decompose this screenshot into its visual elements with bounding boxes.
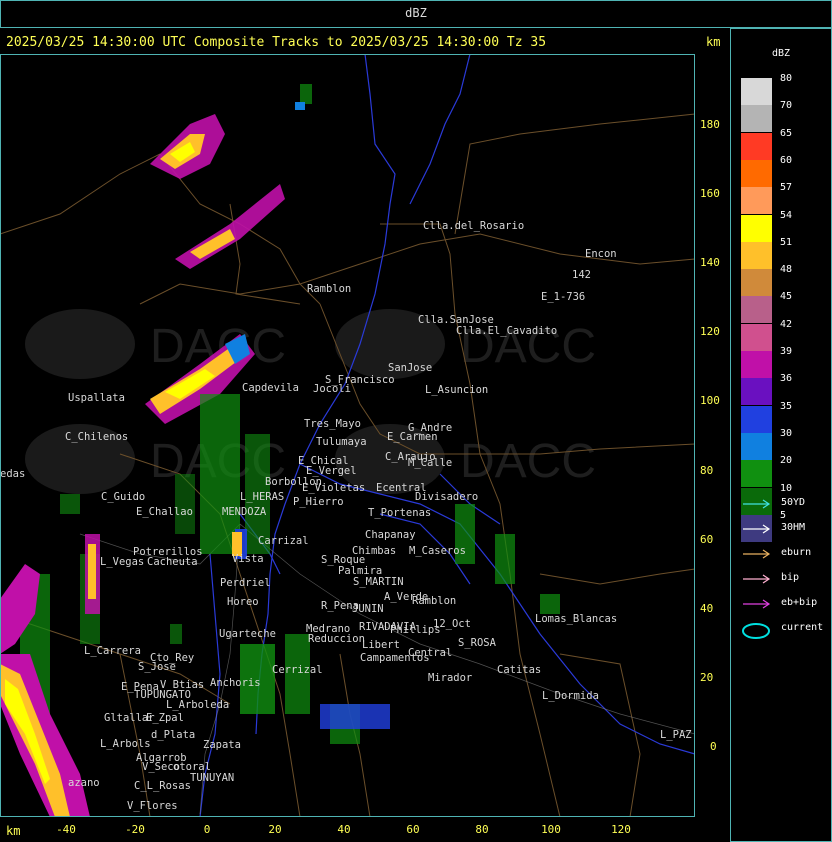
y-tick: 80 [700,464,714,477]
arrow-icon [743,599,771,609]
x-tick: 0 [203,823,211,836]
y-tick: 100 [700,394,720,407]
legend-swatch [741,241,772,269]
window-title: dBZ [405,6,427,20]
legend-swatch [741,323,772,351]
y-tick: 160 [700,187,720,200]
y-tick: 20 [700,671,714,684]
legend-level-label: 35 [780,400,793,412]
legend-level-label: 42 [780,318,793,330]
legend-level-label: 54 [780,209,793,221]
legend-level-label: 80 [780,73,793,84]
legend-swatch [741,78,772,105]
legend-swatch [741,269,772,297]
track-legend-label: eb+bip [781,597,818,608]
x-tick: 60 [406,823,420,836]
x-tick: 120 [611,823,631,836]
legend-swatch [741,296,772,324]
arrow-icon [743,499,771,509]
legend-swatch [741,105,772,133]
y-tick: 40 [700,602,714,615]
track-legend-label: eburn [781,547,812,558]
legend-swatch [741,378,772,406]
ellipse-icon [742,623,770,639]
arrow-icon [743,574,771,584]
track-legend-item: bip [741,572,831,586]
x-tick: -20 [125,823,145,836]
arrow-icon [743,549,771,559]
legend-level-label: 20 [780,455,793,467]
x-tick: 20 [268,823,282,836]
legend-title: dBZ [772,48,791,59]
track-legend-item: eburn [741,547,831,561]
km-unit-top: km [706,35,721,49]
legend-level-label: 60 [780,154,793,166]
x-tick: 40 [337,823,351,836]
legend-level-label: 36 [780,373,793,385]
legend-swatch [741,187,772,215]
legend-level-label: 10 [780,482,793,494]
track-legend-label: 30HM [781,522,806,533]
legend-level-label: 51 [780,236,793,248]
legend-level-label: 57 [780,182,793,194]
x-tick: 100 [541,823,561,836]
legend-swatch [741,159,772,187]
track-legend-label: current [781,622,824,633]
y-tick: 120 [700,325,720,338]
status-line: 2025/03/25 14:30:00 UTC Composite Tracks… [6,35,547,50]
legend-level-label: 39 [780,346,793,357]
arrow-icon [743,524,771,534]
x-tick: 80 [475,823,489,836]
legend-level-label: 48 [780,264,793,276]
track-legend-item: 30HM [741,522,831,536]
y-tick: 0 [710,740,717,753]
x-tick: -40 [56,823,76,836]
legend-level-label: 45 [780,291,793,303]
legend-swatch [741,132,772,160]
track-legend-item: eb+bip [741,597,831,611]
legend-level-label: 30 [780,427,793,439]
track-legend-item: 50YD [741,497,831,511]
legend-swatch [741,460,772,488]
legend-swatch [741,351,772,378]
legend-level-label: 65 [780,127,793,139]
y-tick: 60 [700,533,714,546]
track-legend-label: bip [781,572,800,583]
legend-level-label: 5 [780,509,787,521]
map-frame [0,54,695,817]
y-tick: 140 [700,256,720,269]
track-legend-item: current [741,622,831,639]
track-legend-label: 50YD [781,497,806,508]
km-unit-bottom: km [6,824,21,838]
legend-level-label: 70 [780,100,793,112]
y-tick: 180 [700,118,720,131]
legend-swatch [741,214,772,242]
legend-swatch [741,405,772,433]
legend-swatch [741,432,772,460]
